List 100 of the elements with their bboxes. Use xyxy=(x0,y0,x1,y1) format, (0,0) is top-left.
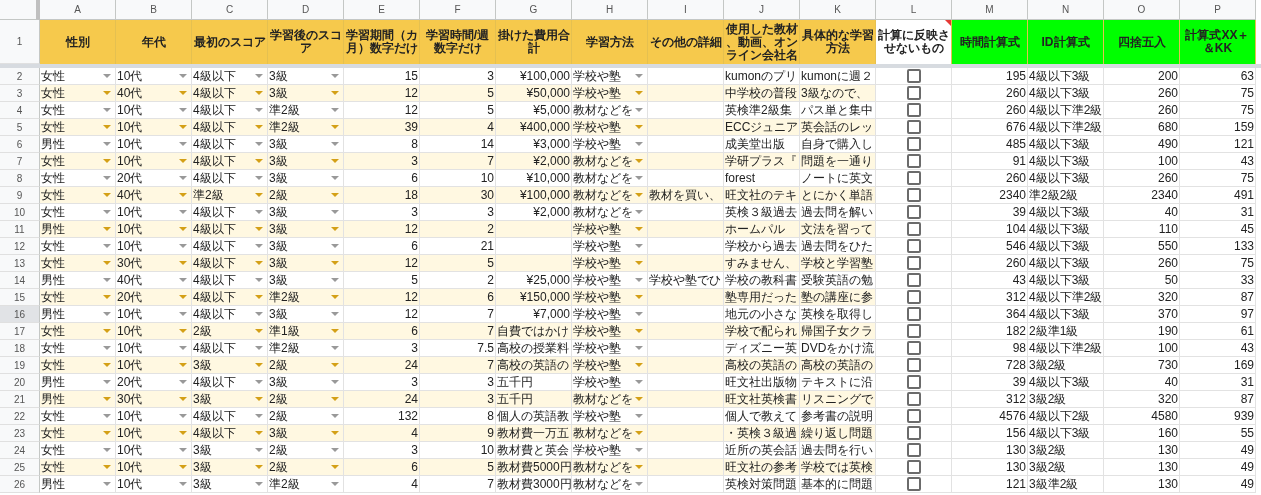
dropdown-cell[interactable]: 女性 xyxy=(40,425,116,442)
dropdown-cell[interactable]: 3級 xyxy=(192,476,268,493)
row-number[interactable]: 18 xyxy=(0,340,40,357)
dropdown-cell[interactable]: 学校や塾 xyxy=(572,323,648,340)
dropdown-cell[interactable]: 学校や塾 xyxy=(572,119,648,136)
dropdown-cell[interactable]: 女性 xyxy=(40,459,116,476)
dropdown-cell[interactable]: 準2級 xyxy=(268,289,344,306)
checkbox[interactable] xyxy=(906,256,921,270)
column-letter[interactable]: F xyxy=(420,0,496,20)
dropdown-cell[interactable]: 女性 xyxy=(40,85,116,102)
dropdown-cell[interactable]: 教材などを xyxy=(572,459,648,476)
checkbox[interactable] xyxy=(906,375,921,389)
row-number[interactable]: 16 xyxy=(0,306,40,323)
dropdown-cell[interactable]: 4級以下 xyxy=(192,289,268,306)
column-letter[interactable]: I xyxy=(648,0,724,20)
row-number[interactable]: 10 xyxy=(0,204,40,221)
dropdown-cell[interactable]: 4級以下 xyxy=(192,221,268,238)
dropdown-cell[interactable]: 30代 xyxy=(116,255,192,272)
column-letter[interactable]: O xyxy=(1104,0,1180,20)
checkbox[interactable] xyxy=(906,205,921,219)
column-letter[interactable]: D xyxy=(268,0,344,20)
checkbox[interactable] xyxy=(906,341,921,355)
dropdown-cell[interactable]: 10代 xyxy=(116,425,192,442)
dropdown-cell[interactable]: 10代 xyxy=(116,459,192,476)
dropdown-cell[interactable]: 2級 xyxy=(192,323,268,340)
row-number[interactable]: 5 xyxy=(0,119,40,136)
dropdown-cell[interactable]: 2級 xyxy=(268,187,344,204)
dropdown-cell[interactable]: 3級 xyxy=(268,153,344,170)
row-number[interactable]: 11 xyxy=(0,221,40,238)
dropdown-cell[interactable]: 10代 xyxy=(116,357,192,374)
dropdown-cell[interactable]: 10代 xyxy=(116,323,192,340)
row-number[interactable]: 19 xyxy=(0,357,40,374)
dropdown-cell[interactable]: 教材などを xyxy=(572,476,648,493)
column-letter[interactable]: M xyxy=(952,0,1028,20)
dropdown-cell[interactable]: 教材などを xyxy=(572,425,648,442)
checkbox[interactable] xyxy=(906,171,921,185)
row-number[interactable]: 25 xyxy=(0,459,40,476)
dropdown-cell[interactable]: 4級以下 xyxy=(192,119,268,136)
column-letter[interactable]: E xyxy=(344,0,420,20)
row-number[interactable]: 6 xyxy=(0,136,40,153)
dropdown-cell[interactable]: 女性 xyxy=(40,187,116,204)
column-letter[interactable]: N xyxy=(1028,0,1104,20)
row-number[interactable]: 2 xyxy=(0,68,40,85)
row-number[interactable]: 3 xyxy=(0,85,40,102)
row-number[interactable]: 20 xyxy=(0,374,40,391)
dropdown-cell[interactable]: 2級 xyxy=(268,357,344,374)
row-number[interactable]: 9 xyxy=(0,187,40,204)
dropdown-cell[interactable]: 女性 xyxy=(40,323,116,340)
row-number[interactable]: 21 xyxy=(0,391,40,408)
dropdown-cell[interactable]: 学校や塾 xyxy=(572,289,648,306)
row-number[interactable]: 15 xyxy=(0,289,40,306)
checkbox[interactable] xyxy=(906,86,921,100)
dropdown-cell[interactable]: 学校や塾 xyxy=(572,221,648,238)
dropdown-cell[interactable]: 男性 xyxy=(40,476,116,493)
row-number[interactable]: 7 xyxy=(0,153,40,170)
row-number[interactable]: 17 xyxy=(0,323,40,340)
checkbox[interactable] xyxy=(906,307,921,321)
checkbox[interactable] xyxy=(906,358,921,372)
column-letter[interactable]: C xyxy=(192,0,268,20)
row-number[interactable]: 4 xyxy=(0,102,40,119)
row-number[interactable]: 1 xyxy=(0,20,40,64)
column-letter[interactable]: J xyxy=(724,0,800,20)
checkbox[interactable] xyxy=(906,137,921,151)
column-letter[interactable]: G xyxy=(496,0,572,20)
dropdown-cell[interactable]: 10代 xyxy=(116,476,192,493)
checkbox[interactable] xyxy=(906,460,921,474)
dropdown-cell[interactable]: 2級 xyxy=(268,459,344,476)
dropdown-cell[interactable]: 3級 xyxy=(192,391,268,408)
row-number[interactable]: 8 xyxy=(0,170,40,187)
column-letter[interactable]: A xyxy=(40,0,116,20)
dropdown-cell[interactable]: 女性 xyxy=(40,289,116,306)
dropdown-cell[interactable]: 3級 xyxy=(268,85,344,102)
checkbox[interactable] xyxy=(906,443,921,457)
checkbox[interactable] xyxy=(906,426,921,440)
dropdown-cell[interactable]: 男性 xyxy=(40,221,116,238)
checkbox[interactable] xyxy=(906,120,921,134)
dropdown-cell[interactable]: 教材などを xyxy=(572,391,648,408)
dropdown-cell[interactable]: 女性 xyxy=(40,153,116,170)
checkbox[interactable] xyxy=(906,154,921,168)
dropdown-cell[interactable]: 4級以下 xyxy=(192,153,268,170)
dropdown-cell[interactable]: 教材などを xyxy=(572,153,648,170)
dropdown-cell[interactable]: 10代 xyxy=(116,153,192,170)
dropdown-cell[interactable]: 3級 xyxy=(192,459,268,476)
dropdown-cell[interactable]: 準2級 xyxy=(268,119,344,136)
dropdown-cell[interactable]: 女性 xyxy=(40,255,116,272)
checkbox[interactable] xyxy=(906,103,921,117)
dropdown-cell[interactable]: 30代 xyxy=(116,391,192,408)
dropdown-cell[interactable]: 3級 xyxy=(268,425,344,442)
checkbox[interactable] xyxy=(906,290,921,304)
dropdown-cell[interactable]: 4級以下 xyxy=(192,85,268,102)
corner-cell[interactable] xyxy=(0,0,40,20)
row-number[interactable]: 24 xyxy=(0,442,40,459)
dropdown-cell[interactable]: 男性 xyxy=(40,391,116,408)
checkbox[interactable] xyxy=(906,392,921,406)
column-letter[interactable]: K xyxy=(800,0,876,20)
dropdown-cell[interactable]: 学校や塾 xyxy=(572,357,648,374)
row-number[interactable]: 13 xyxy=(0,255,40,272)
dropdown-cell[interactable]: 40代 xyxy=(116,187,192,204)
dropdown-cell[interactable]: 学校や塾 xyxy=(572,85,648,102)
dropdown-cell[interactable]: 準2級 xyxy=(192,187,268,204)
